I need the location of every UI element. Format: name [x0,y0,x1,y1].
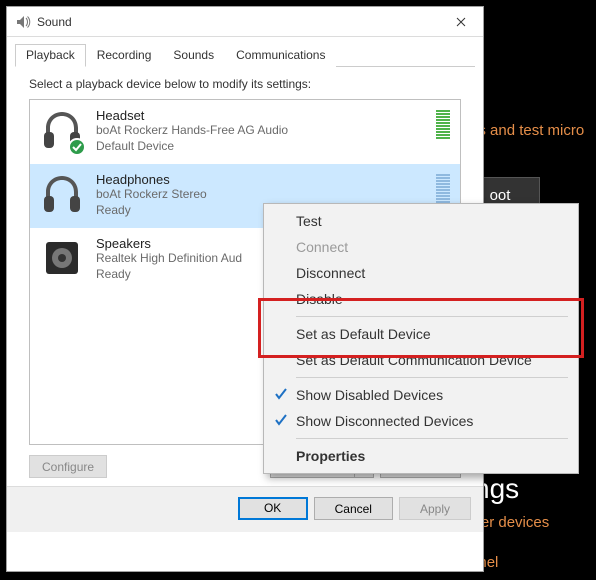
titlebar[interactable]: Sound [7,7,483,37]
headset-icon [38,106,86,154]
ok-button[interactable]: OK [238,497,308,520]
speakers-icon [38,234,86,282]
close-button[interactable] [438,7,483,37]
default-check-icon [68,138,86,156]
cm-label: Show Disabled Devices [296,387,443,403]
check-icon [274,387,288,401]
context-menu: Test Connect Disconnect Disable Set as D… [263,203,579,474]
cancel-button[interactable]: Cancel [314,497,393,520]
device-name: Headset [96,108,432,123]
device-desc: boAt Rockerz Stereo [96,187,432,203]
configure-button[interactable]: Configure [29,455,107,478]
apply-button[interactable]: Apply [399,497,471,520]
bg-link-test-micro[interactable]: es and test micro [470,122,584,139]
cm-disable[interactable]: Disable [266,286,576,312]
tab-description: Select a playback device below to modify… [29,77,461,91]
cm-separator [296,316,568,317]
sound-icon [15,14,31,30]
level-meter [436,110,450,139]
headphones-icon [38,170,86,218]
cm-separator [296,438,568,439]
tab-sounds[interactable]: Sounds [162,44,225,67]
cm-show-disconnected[interactable]: Show Disconnected Devices [266,408,576,434]
window-title: Sound [37,15,438,29]
cm-set-default-comm-device[interactable]: Set as Default Communication Device [266,347,576,373]
tab-recording[interactable]: Recording [86,44,163,67]
device-name: Headphones [96,172,432,187]
device-info: Headset boAt Rockerz Hands-Free AG Audio… [96,106,432,154]
cm-properties[interactable]: Properties [266,443,576,469]
dialog-button-row: OK Cancel Apply [7,486,483,532]
close-icon [456,17,466,27]
cm-separator [296,377,568,378]
cm-disconnect[interactable]: Disconnect [266,260,576,286]
device-status: Default Device [96,139,432,155]
device-desc: boAt Rockerz Hands-Free AG Audio [96,123,432,139]
cm-set-default-device[interactable]: Set as Default Device [266,321,576,347]
cm-connect: Connect [266,234,576,260]
check-icon [274,413,288,427]
tab-playback[interactable]: Playback [15,44,86,67]
tab-communications[interactable]: Communications [225,44,336,67]
cm-label: Show Disconnected Devices [296,413,473,429]
cm-show-disabled[interactable]: Show Disabled Devices [266,382,576,408]
cm-test[interactable]: Test [266,208,576,234]
level-meter [436,174,450,203]
device-headset[interactable]: Headset boAt Rockerz Hands-Free AG Audio… [30,100,460,164]
tab-strip: Playback Recording Sounds Communications [15,43,475,67]
